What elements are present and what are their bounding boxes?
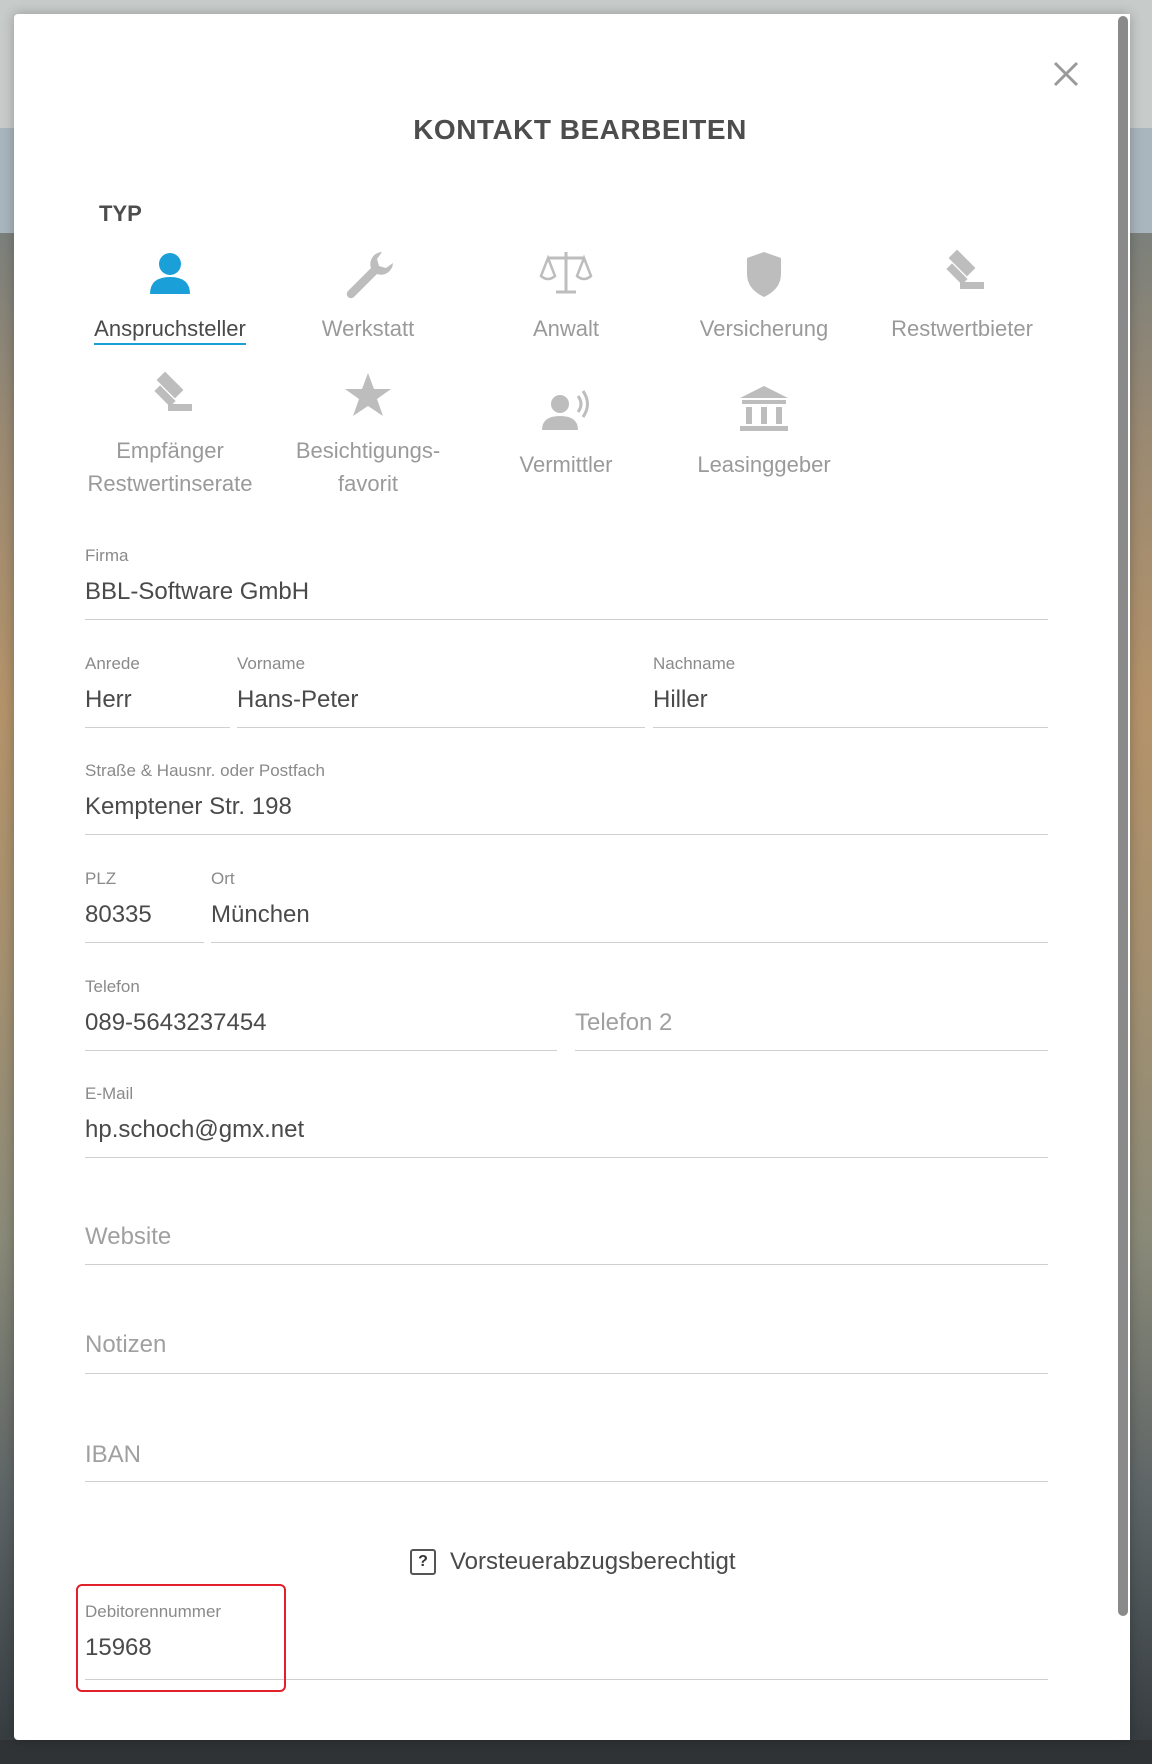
telefon2-placeholder[interactable]: Telefon 2 [575, 1009, 672, 1037]
telefon2-field[interactable]: Telefon 2 [575, 977, 1048, 1051]
vorname-field[interactable]: Vorname Hans-Peter [237, 654, 645, 728]
type-option-versicherung[interactable]: Versicherung [674, 244, 854, 345]
field-underline [85, 834, 1048, 835]
vorsteuer-checkbox[interactable]: ? [410, 1549, 436, 1575]
type-option-werkstatt[interactable]: Werkstatt [278, 244, 458, 345]
close-icon [1053, 61, 1079, 87]
field-underline [211, 942, 1048, 943]
field-underline [85, 1373, 1048, 1374]
strasse-label: Straße & Hausnr. oder Postfach [85, 761, 326, 780]
firma-field[interactable]: Firma BBL-Software GmbH [85, 546, 1048, 620]
ort-label: Ort [211, 869, 235, 888]
type-label-line2: favorit [338, 471, 398, 496]
dialog-title: KONTAKT BEARBEITEN [413, 114, 747, 145]
star-icon [345, 373, 391, 416]
nachname-field[interactable]: Nachname Hiller [653, 654, 1048, 728]
field-underline [237, 727, 645, 728]
field-underline [85, 942, 204, 943]
type-label-line2: Restwertinserate [87, 471, 253, 496]
email-field[interactable]: E-Mail hp.schoch@gmx.net [85, 1084, 1048, 1158]
type-label: Leasinggeber [697, 452, 831, 477]
firma-label: Firma [85, 546, 129, 565]
anrede-field[interactable]: Anrede Herr [85, 654, 230, 728]
type-label: Vermittler [519, 452, 613, 477]
scales-icon [539, 252, 593, 294]
strasse-field[interactable]: Straße & Hausnr. oder Postfach Kemptener… [85, 761, 1048, 835]
type-label-line1: Besichtigungs- [295, 438, 441, 463]
vorname-value[interactable]: Hans-Peter [237, 686, 358, 714]
telefon-value[interactable]: 089-5643237454 [85, 1009, 267, 1037]
vorsteuer-checkbox-row[interactable]: ? Vorsteuerabzugsberechtigt [410, 1548, 736, 1576]
wrench-icon [346, 252, 393, 299]
bank-icon [740, 386, 788, 431]
vorsteuer-label: Vorsteuerabzugsberechtigt [450, 1548, 736, 1575]
nachname-value[interactable]: Hiller [653, 686, 708, 714]
website-placeholder[interactable]: Website [85, 1223, 171, 1251]
notizen-field[interactable]: Notizen [85, 1299, 1048, 1374]
scrollbar-thumb[interactable] [1118, 16, 1128, 1616]
field-underline [85, 727, 230, 728]
iban-field[interactable]: IBAN [85, 1409, 1048, 1482]
type-label: Versicherung [699, 316, 829, 341]
ort-value[interactable]: München [211, 901, 310, 929]
gavel-icon [154, 371, 192, 411]
scrollbar[interactable] [1116, 14, 1130, 1740]
firma-value[interactable]: BBL-Software GmbH [85, 578, 309, 606]
vorname-label: Vorname [237, 654, 306, 673]
field-underline [85, 1264, 1048, 1265]
plz-field[interactable]: PLZ 80335 [85, 869, 204, 943]
plz-label: PLZ [85, 869, 117, 888]
type-option-besichtigungsfavorit[interactable]: Besichtigungs- favorit [278, 366, 458, 500]
close-button[interactable] [1046, 54, 1086, 94]
field-underline [85, 619, 1048, 620]
telefon-field[interactable]: Telefon 089-5643237454 [85, 977, 557, 1051]
anrede-value[interactable]: Herr [85, 686, 132, 714]
ort-field[interactable]: Ort München [211, 869, 1048, 943]
type-option-restwertbieter[interactable]: Restwertbieter [872, 244, 1052, 345]
type-option-vermittler[interactable]: Vermittler [476, 380, 656, 481]
gavel-icon [946, 249, 984, 289]
shield-icon [747, 252, 781, 297]
speaker-person-icon [542, 390, 589, 430]
highlight-annotation [76, 1584, 286, 1692]
anrede-label: Anrede [85, 654, 140, 673]
type-label: Anwalt [532, 316, 600, 341]
type-option-empfaenger-restwertinserate[interactable]: Empfänger Restwertinserate [80, 366, 260, 500]
notizen-placeholder[interactable]: Notizen [85, 1331, 166, 1359]
type-label: Anspruchsteller [94, 315, 246, 345]
type-label-line1: Empfänger [116, 438, 224, 463]
field-underline [575, 1050, 1048, 1051]
plz-value[interactable]: 80335 [85, 901, 152, 929]
iban-placeholder[interactable]: IBAN [85, 1441, 141, 1469]
type-section-label: TYP [99, 201, 142, 226]
person-icon [150, 253, 190, 294]
background-footer [0, 1740, 1152, 1764]
website-field[interactable]: Website [85, 1191, 1048, 1265]
type-option-anspruchsteller[interactable]: Anspruchsteller [80, 244, 260, 345]
type-label: Restwertbieter [891, 316, 1033, 341]
field-underline [85, 1157, 1048, 1158]
nachname-label: Nachname [653, 654, 736, 673]
email-value[interactable]: hp.schoch@gmx.net [85, 1116, 304, 1144]
type-option-anwalt[interactable]: Anwalt [476, 244, 656, 345]
strasse-value[interactable]: Kemptener Str. 198 [85, 793, 292, 821]
field-underline [653, 727, 1048, 728]
type-option-leasinggeber[interactable]: Leasinggeber [674, 380, 854, 481]
field-underline [85, 1481, 1048, 1482]
field-underline [85, 1050, 557, 1051]
edit-contact-dialog: KONTAKT BEARBEITEN TYP Anspruchsteller W… [14, 14, 1130, 1740]
telefon-label: Telefon [85, 977, 140, 996]
email-label: E-Mail [85, 1084, 134, 1103]
type-label: Werkstatt [321, 316, 415, 341]
